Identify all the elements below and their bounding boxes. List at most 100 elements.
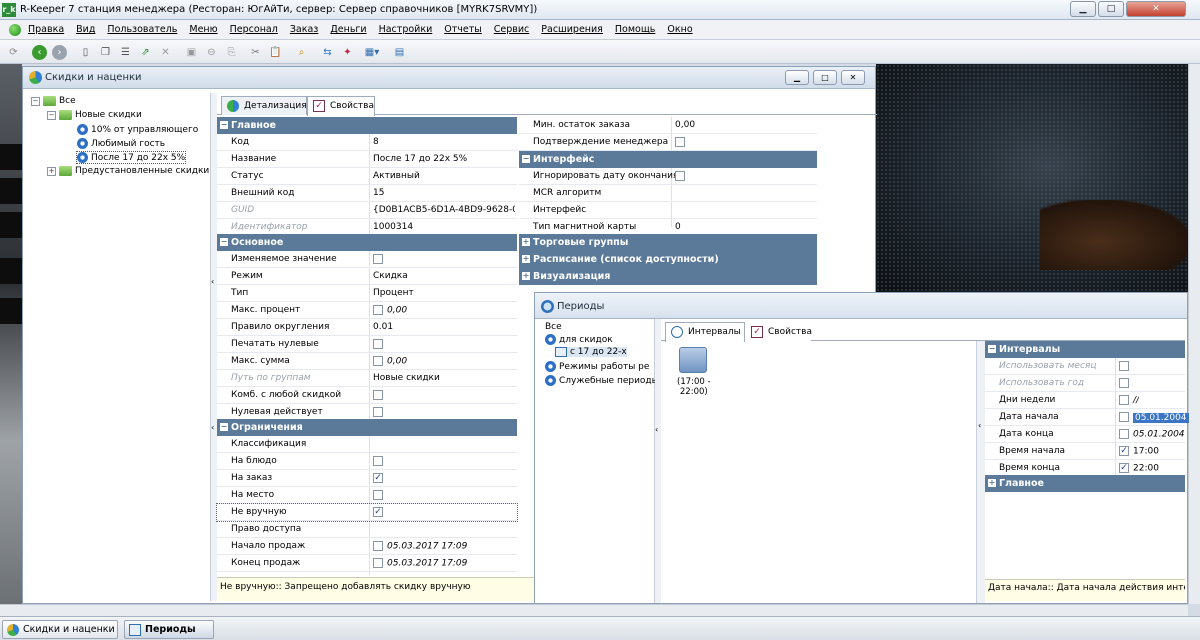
main-horizontal-scrollbar[interactable]: [0, 604, 1188, 616]
prop-row[interactable]: Интерфейс: [519, 202, 817, 219]
tab-intervals[interactable]: Интервалы: [665, 322, 745, 342]
checkbox[interactable]: [373, 254, 383, 264]
menu-money[interactable]: Деньги: [330, 24, 366, 35]
splitter-arrow-icon[interactable]: ‹: [211, 277, 214, 286]
menu-window[interactable]: Окно: [667, 24, 692, 35]
expand-icon[interactable]: +: [522, 255, 530, 263]
main-vertical-scrollbar[interactable]: [1188, 64, 1200, 604]
prop-row[interactable]: Конец продаж 05.03.2017 17:09: [217, 555, 517, 572]
checkbox[interactable]: [373, 390, 383, 400]
interval-item[interactable]: (17:00 -22:00): [677, 377, 711, 397]
layout-dropdown-icon[interactable]: ▦▾: [360, 45, 384, 60]
tree-node-work-modes[interactable]: Режимы работы ре: [545, 361, 649, 372]
tab-details[interactable]: Детализация: [221, 96, 307, 115]
expand-icon[interactable]: +: [47, 166, 56, 176]
prop-value[interactable]: 0: [675, 222, 681, 232]
tree-node-discount[interactable]: 10% от управляющего: [77, 124, 198, 135]
menu-reports[interactable]: Отчеты: [444, 24, 482, 35]
sync-icon[interactable]: ⇆: [320, 45, 335, 60]
prop-row[interactable]: Правило округления 0.01: [217, 319, 517, 336]
prop-row[interactable]: Печатать нулевые: [217, 336, 517, 353]
menu-edit[interactable]: Правка: [28, 24, 64, 35]
export-icon[interactable]: ⇗: [138, 45, 153, 60]
expand-icon[interactable]: +: [522, 238, 530, 246]
checkbox[interactable]: [373, 339, 383, 349]
prop-value[interactable]: 22:00: [1133, 464, 1159, 474]
checkbox[interactable]: [373, 356, 383, 366]
tree-node-service-periods[interactable]: Служебные периоды: [545, 375, 659, 386]
restore-button[interactable]: □: [1098, 1, 1124, 17]
checkbox[interactable]: [373, 305, 383, 315]
prop-row[interactable]: Классификация: [217, 436, 517, 453]
prop-row[interactable]: Тип Процент: [217, 285, 517, 302]
prop-row[interactable]: Дни недели //: [985, 392, 1185, 409]
checkbox[interactable]: [373, 541, 383, 551]
prop-value[interactable]: После 17 до 22х 5%: [373, 154, 467, 164]
checkbox-checked[interactable]: ✓: [1119, 463, 1129, 473]
checkbox-checked[interactable]: ✓: [1119, 446, 1129, 456]
category-schedule[interactable]: + Расписание (список доступности): [519, 251, 817, 268]
menu-service[interactable]: Сервис: [494, 24, 530, 35]
prop-value-selected[interactable]: 05.01.2004: [1133, 412, 1189, 423]
menu-user[interactable]: Пользователь: [107, 24, 177, 35]
prop-row[interactable]: Время начала ✓ 17:00: [985, 443, 1185, 460]
prop-value[interactable]: 05.03.2017 17:09: [387, 559, 467, 569]
prop-value[interactable]: 05.01.2004: [1133, 430, 1185, 440]
prop-value[interactable]: 8: [373, 137, 379, 147]
prop-row[interactable]: На блюдо: [217, 453, 517, 470]
prop-value[interactable]: 0,00: [387, 357, 407, 367]
splitter-arrow-icon[interactable]: ‹: [211, 423, 214, 432]
tab-properties[interactable]: ✓ Свойства: [745, 322, 812, 341]
prop-row[interactable]: На заказ ✓: [217, 470, 517, 487]
prop-row[interactable]: Макс. сумма 0,00: [217, 353, 517, 370]
forward-icon[interactable]: ›: [52, 45, 67, 60]
menu-settings[interactable]: Настройки: [379, 24, 433, 35]
checkbox[interactable]: [675, 137, 685, 147]
prop-value[interactable]: 0,00: [387, 306, 407, 316]
task-discounts[interactable]: Скидки и наценки: [2, 620, 118, 639]
discounts-close-button[interactable]: ✕: [841, 70, 865, 85]
prop-row[interactable]: Начало продаж 05.03.2017 17:09: [217, 538, 517, 555]
checkbox-checked[interactable]: ✓: [373, 473, 383, 483]
checkbox[interactable]: [373, 490, 383, 500]
prop-row[interactable]: Игнорировать дату окончания: [519, 168, 817, 185]
checkbox[interactable]: [373, 407, 383, 417]
prop-row[interactable]: Изменяемое значение: [217, 251, 517, 268]
properties-icon[interactable]: ☰: [118, 45, 133, 60]
prop-row[interactable]: Макс. процент 0,00: [217, 302, 517, 319]
checkbox[interactable]: [1119, 395, 1129, 405]
prop-row[interactable]: Мин. остаток заказа 0,00: [519, 117, 817, 134]
new-doc-icon[interactable]: ▯: [78, 45, 93, 60]
collapse-icon[interactable]: −: [220, 121, 228, 129]
prop-row[interactable]: Статус Активный: [217, 168, 517, 185]
prop-value[interactable]: Процент: [373, 288, 414, 298]
save-icon[interactable]: ▣: [184, 45, 199, 60]
collapse-icon[interactable]: −: [31, 96, 40, 106]
tree-node-discount[interactable]: Любимый гость: [77, 138, 165, 149]
prop-row[interactable]: Дата начала 05.01.2004: [985, 409, 1189, 426]
collapse-icon[interactable]: −: [988, 345, 996, 353]
category-basic[interactable]: − Основное: [217, 234, 517, 251]
category-interface[interactable]: − Интерфейс: [519, 151, 817, 168]
prop-row[interactable]: Название После 17 до 22х 5%: [217, 151, 517, 168]
delete-icon[interactable]: ✕: [158, 45, 173, 60]
prop-value[interactable]: 0,00: [675, 120, 695, 130]
menu-help[interactable]: Помощь: [615, 24, 655, 35]
prop-row[interactable]: На место: [217, 487, 517, 504]
checkbox[interactable]: [675, 171, 685, 181]
minimize-button[interactable]: ▁: [1070, 1, 1096, 17]
copy-icon[interactable]: ⎘: [224, 45, 239, 60]
menu-menu[interactable]: Меню: [189, 24, 217, 35]
tree-node-new-discounts[interactable]: − Новые скидки: [47, 110, 142, 120]
prop-value[interactable]: 15: [373, 188, 384, 198]
window-icon[interactable]: ▤: [392, 45, 407, 60]
prop-row[interactable]: Подтверждение менеджера: [519, 134, 817, 151]
tree-node-period-selected[interactable]: с 17 до 22-х: [555, 347, 627, 357]
prop-row[interactable]: Комб. с любой скидкой: [217, 387, 517, 404]
prop-value[interactable]: Активный: [373, 171, 420, 181]
task-periods[interactable]: Периоды: [124, 620, 214, 639]
tab-properties[interactable]: ✓ Свойства: [307, 96, 375, 116]
collapse-icon[interactable]: −: [220, 423, 228, 431]
checkbox[interactable]: [1119, 412, 1129, 422]
prop-row[interactable]: Дата конца 05.01.2004: [985, 426, 1185, 443]
